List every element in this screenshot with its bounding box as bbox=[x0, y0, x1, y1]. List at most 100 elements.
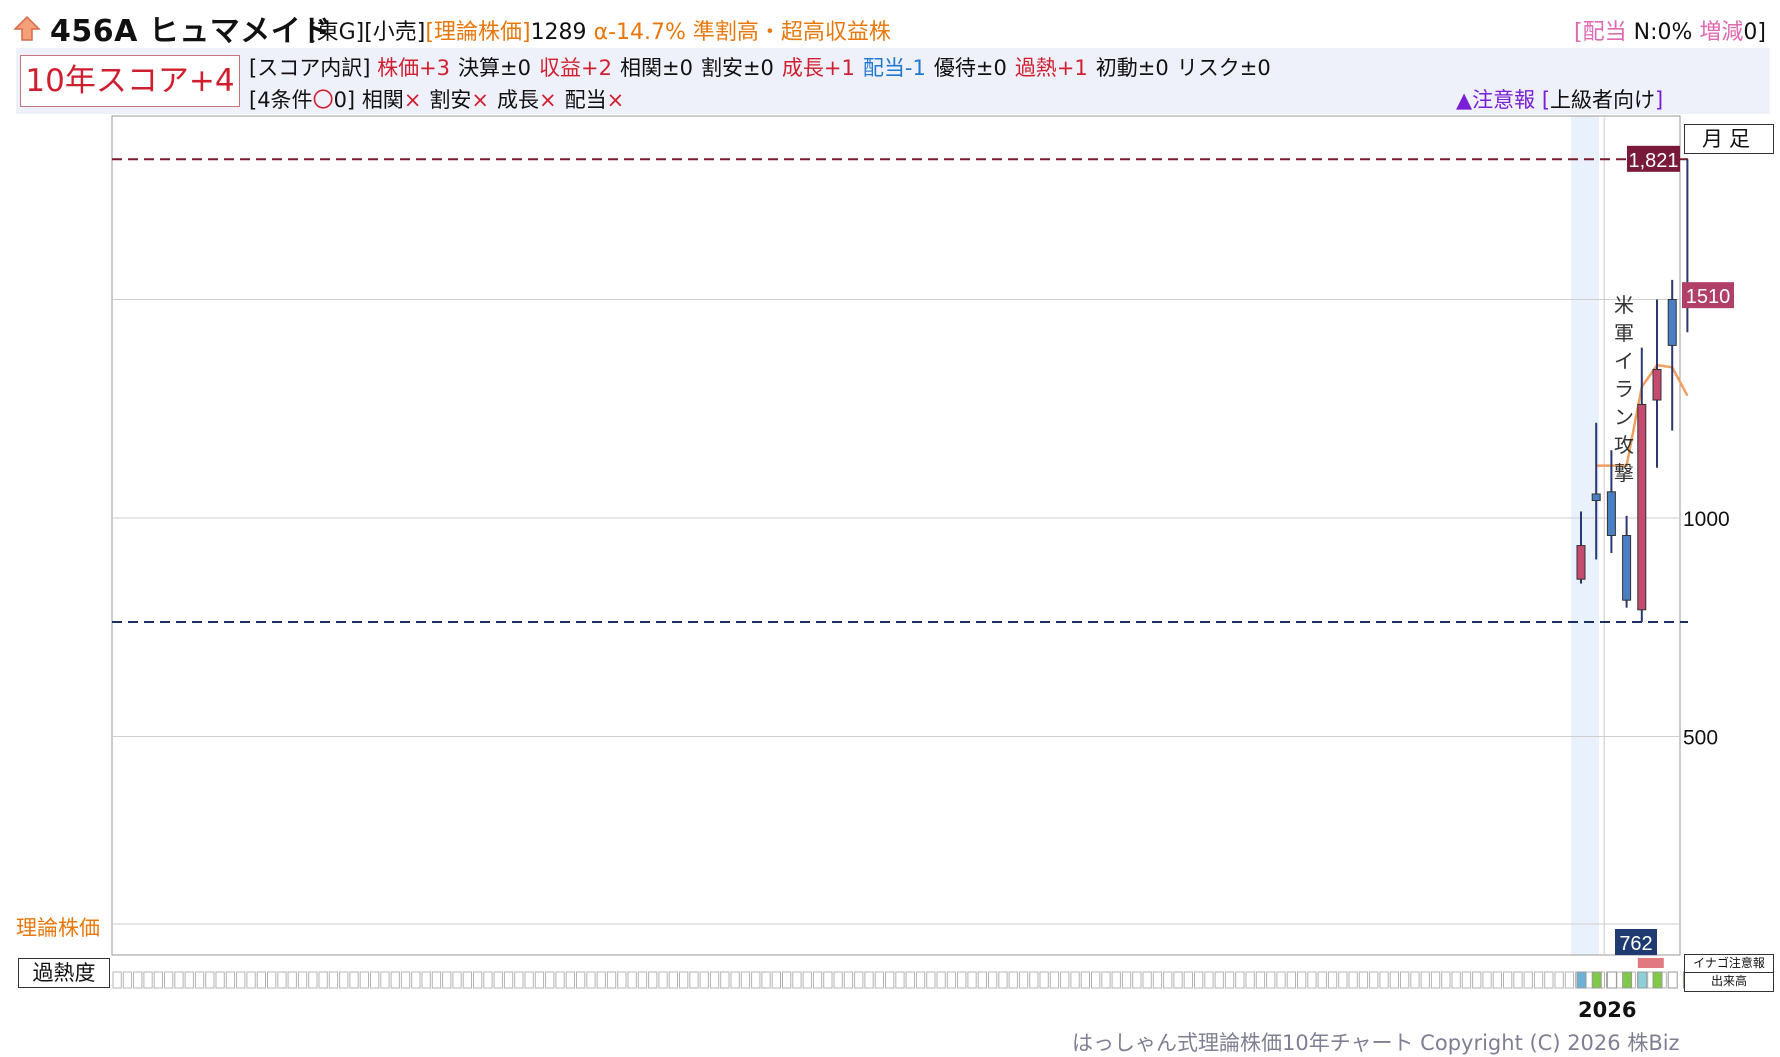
kanetsu-cell bbox=[1245, 971, 1255, 989]
kanetsu-cell bbox=[339, 971, 349, 989]
kanetsu-cell bbox=[1348, 971, 1358, 989]
kanetsu-cell-active bbox=[1637, 971, 1648, 989]
kanetsu-cell bbox=[287, 971, 297, 989]
kanetsu-cell bbox=[1224, 971, 1235, 989]
kanetsu-cell bbox=[277, 971, 287, 989]
kanetsu-cell bbox=[905, 971, 915, 989]
kanetsu-cell bbox=[1266, 971, 1276, 989]
kanetsu-cell bbox=[205, 971, 215, 989]
kanetsu-cell bbox=[874, 971, 885, 989]
low-price-tag: 762 bbox=[1615, 929, 1657, 955]
kanetsu-cell bbox=[565, 971, 576, 989]
kanetsu-cell bbox=[1400, 971, 1410, 989]
kanetsu-cell bbox=[1214, 971, 1224, 989]
kanetsu-cell bbox=[648, 971, 658, 989]
kanetsu-cell bbox=[1389, 971, 1399, 989]
kanetsu-cell bbox=[431, 971, 442, 989]
kanetsu-cell bbox=[1070, 971, 1080, 989]
kanetsu-cell bbox=[308, 971, 318, 989]
kanetsu-cell bbox=[1163, 971, 1173, 989]
kanetsu-cell bbox=[977, 971, 988, 989]
theory-price-axis-label: 理論株価 bbox=[16, 916, 100, 940]
period-label-monthly[interactable]: 月足 bbox=[1684, 124, 1774, 154]
kanetsu-cell bbox=[1338, 971, 1348, 989]
kanetsu-cell bbox=[112, 971, 122, 989]
annotation-char: 撃 bbox=[1614, 461, 1634, 485]
kanetsu-cell bbox=[617, 971, 627, 989]
kanetsu-cell bbox=[225, 971, 236, 989]
kanetsu-cell bbox=[1204, 971, 1214, 989]
annotation-char: イ bbox=[1614, 349, 1634, 373]
kanetsu-cell bbox=[421, 971, 431, 989]
kanetsu-cell bbox=[442, 971, 452, 989]
kanetsu-cell bbox=[1255, 971, 1266, 989]
kanetsu-cell bbox=[1235, 971, 1245, 989]
kanetsu-cell bbox=[1317, 971, 1327, 989]
kanetsu-cell bbox=[854, 971, 864, 989]
kanetsu-cell bbox=[1049, 971, 1060, 989]
kanetsu-cell bbox=[267, 971, 277, 989]
kanetsu-cell-active bbox=[1622, 971, 1633, 989]
kanetsu-cell bbox=[545, 971, 555, 989]
kanetsu-cell bbox=[1101, 971, 1111, 989]
kanetsu-cell bbox=[493, 971, 503, 989]
kanetsu-cell bbox=[122, 971, 133, 989]
kanetsu-cell bbox=[1121, 971, 1132, 989]
low-price-tag-text: 762 bbox=[1619, 933, 1652, 955]
kanetsu-cell bbox=[926, 971, 936, 989]
plot-frame bbox=[111, 115, 1681, 956]
candle bbox=[1667, 279, 1677, 431]
kanetsu-cell bbox=[1307, 971, 1317, 989]
copyright-footer: はっしゃん式理論株価10年チャート Copyright (C) 2026 株Bi… bbox=[1072, 1031, 1680, 1055]
kanetsu-cell bbox=[1142, 971, 1152, 989]
high-price-tag-text: 1,821 bbox=[1628, 150, 1678, 172]
kanetsu-cell bbox=[576, 971, 586, 989]
volume-label: 出来高 bbox=[1710, 974, 1747, 988]
kanetsu-cell bbox=[524, 971, 534, 989]
kanetsu-cell bbox=[627, 971, 637, 989]
kanetsu-cell bbox=[1018, 971, 1029, 989]
event-annotation: 米軍イラン攻撃 bbox=[1614, 293, 1634, 485]
kanetsu-cell bbox=[1554, 971, 1564, 989]
high-price-tag: 1,821 bbox=[1627, 145, 1680, 172]
candle-body bbox=[1637, 403, 1647, 611]
kanetsu-cell bbox=[411, 971, 421, 989]
current-price-tag-text: 1510 bbox=[1686, 286, 1731, 308]
kanetsu-cell bbox=[1152, 971, 1163, 989]
kanetsu-cell bbox=[503, 971, 514, 989]
annotation-char: ラ bbox=[1614, 377, 1634, 401]
kanetsu-cell bbox=[1441, 971, 1451, 989]
kanetsu-cell bbox=[720, 971, 730, 989]
inago-volume-bar bbox=[1637, 958, 1664, 968]
kanetsu-cell bbox=[174, 971, 184, 989]
kanetsu-cell bbox=[328, 971, 339, 989]
y-tick-label: 500 bbox=[1683, 727, 1718, 750]
kanetsu-cell bbox=[1523, 971, 1533, 989]
kanetsu-cell bbox=[606, 971, 617, 989]
candle bbox=[1637, 347, 1647, 623]
current-price-tag: 1510 bbox=[1682, 282, 1734, 309]
kanetsu-cell bbox=[596, 971, 606, 989]
kanetsu-cell bbox=[452, 971, 462, 989]
kanetsu-cell bbox=[1430, 971, 1441, 989]
kanetsu-cell bbox=[1461, 971, 1472, 989]
kanetsu-cell bbox=[586, 971, 596, 989]
kanetsu-cell bbox=[1194, 971, 1204, 989]
kanetsu-cell bbox=[1564, 971, 1575, 989]
kanetsu-cell bbox=[761, 971, 771, 989]
kanetsu-cell bbox=[297, 971, 308, 989]
kanetsu-cell bbox=[812, 971, 823, 989]
kanetsu-cell bbox=[1472, 971, 1482, 989]
annotation-char: 軍 bbox=[1614, 321, 1634, 345]
kanetsu-cell bbox=[349, 971, 359, 989]
kanetsu-cell bbox=[792, 971, 802, 989]
kanetsu-cell bbox=[782, 971, 792, 989]
kanetsu-cell bbox=[637, 971, 648, 989]
kanetsu-cell bbox=[215, 971, 225, 989]
kanetsu-cell bbox=[256, 971, 267, 989]
kanetsu-cell bbox=[823, 971, 833, 989]
kanetsu-cell bbox=[390, 971, 400, 989]
kanetsu-cell bbox=[1420, 971, 1430, 989]
kanetsu-cell bbox=[555, 971, 565, 989]
candle-body bbox=[1591, 493, 1601, 502]
